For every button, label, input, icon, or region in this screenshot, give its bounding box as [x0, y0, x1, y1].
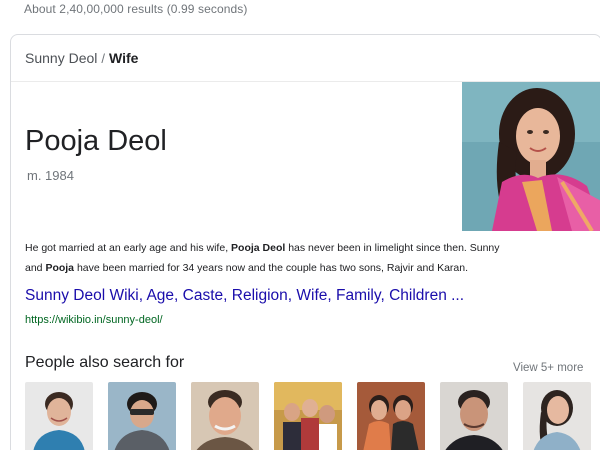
- person-photo-icon: [25, 382, 93, 450]
- description-text: and: [25, 262, 46, 274]
- description-bold: Pooja: [45, 262, 75, 274]
- person-photo-icon: [108, 382, 176, 450]
- source-url: https://wikibio.in/sunny-deol/: [25, 314, 163, 326]
- related-person-thumbnail[interactable]: [274, 382, 342, 450]
- source-link[interactable]: Sunny Deol Wiki, Age, Caste, Religion, W…: [25, 287, 464, 305]
- related-person-thumbnail[interactable]: [357, 382, 425, 450]
- group-photo-icon: [274, 382, 342, 450]
- related-person-thumbnail[interactable]: [108, 382, 176, 450]
- related-person-thumbnail[interactable]: [523, 382, 591, 450]
- page-title: Pooja Deol: [25, 125, 167, 157]
- group-photo-icon: [357, 382, 425, 450]
- knowledge-panel: Sunny Deol / Wife Pooja Deol m. 1984 He go…: [10, 34, 600, 450]
- description-bold: Pooja Deol: [231, 242, 286, 254]
- description: He got married at an early age and his w…: [25, 238, 591, 278]
- description-text: have been married for 34 years now and t…: [74, 262, 469, 274]
- results-count: About 2,40,00,000 results (0.99 seconds): [24, 2, 248, 16]
- people-also-search-heading: People also search for: [25, 354, 185, 371]
- related-person-thumbnail[interactable]: [25, 382, 93, 450]
- portrait-image[interactable]: [462, 82, 600, 231]
- description-text: has never been in limelight since then. …: [285, 242, 500, 254]
- breadcrumb-parent[interactable]: Sunny Deol: [25, 50, 97, 66]
- view-more-link[interactable]: View 5+ more: [513, 362, 583, 374]
- related-person-thumbnail[interactable]: [440, 382, 508, 450]
- person-photo-icon: [191, 382, 259, 450]
- person-photo-icon: [440, 382, 508, 450]
- breadcrumb-current: Wife: [109, 50, 139, 66]
- person-photo-icon: [523, 382, 591, 450]
- breadcrumb: Sunny Deol / Wife: [25, 50, 138, 66]
- entity-subtitle: m. 1984: [27, 168, 74, 183]
- description-text: He got married at an early age and his w…: [25, 242, 232, 254]
- breadcrumb-separator: /: [101, 51, 106, 66]
- related-person-thumbnail[interactable]: [191, 382, 259, 450]
- person-photo-icon: [462, 82, 600, 231]
